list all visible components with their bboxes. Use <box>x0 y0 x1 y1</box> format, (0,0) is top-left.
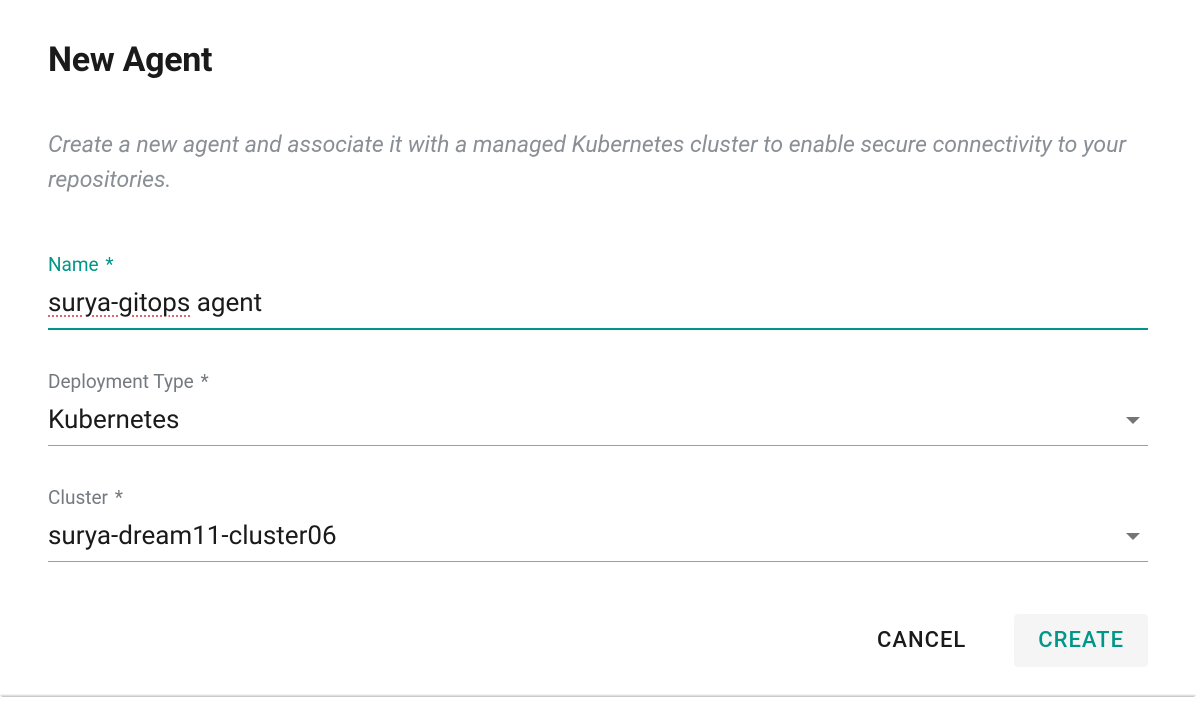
name-value-misspelled: surya-gitops <box>48 288 190 318</box>
deployment-type-field: Deployment Type * Kubernetes <box>48 370 1148 446</box>
name-value-rest: agent <box>190 288 262 318</box>
deployment-type-select[interactable]: Kubernetes <box>48 401 1148 446</box>
name-label-text: Name <box>48 253 99 276</box>
name-required-indicator: * <box>105 253 113 276</box>
name-label: Name * <box>48 253 1148 276</box>
cluster-field: Cluster * surya-dream11-cluster06 <box>48 486 1148 562</box>
chevron-down-icon <box>1126 533 1140 540</box>
cluster-value: surya-dream11-cluster06 <box>48 521 337 551</box>
deployment-type-label: Deployment Type * <box>48 370 1148 393</box>
dialog-shadow <box>0 694 1196 697</box>
dialog-actions: CANCEL CREATE <box>48 614 1148 667</box>
cluster-required-indicator: * <box>115 486 123 509</box>
name-field: Name * surya-gitops agent <box>48 253 1148 330</box>
cluster-label-text: Cluster <box>48 486 108 509</box>
cluster-label: Cluster * <box>48 486 1148 509</box>
deployment-type-required-indicator: * <box>200 370 208 393</box>
deployment-type-label-text: Deployment Type <box>48 370 194 393</box>
name-input[interactable]: surya-gitops agent <box>48 284 1148 330</box>
create-button[interactable]: CREATE <box>1014 614 1148 667</box>
new-agent-dialog: New Agent Create a new agent and associa… <box>0 0 1196 697</box>
cancel-button[interactable]: CANCEL <box>853 614 990 667</box>
dialog-title: New Agent <box>48 40 1148 80</box>
chevron-down-icon <box>1126 417 1140 424</box>
dialog-description: Create a new agent and associate it with… <box>48 128 1148 197</box>
cluster-select[interactable]: surya-dream11-cluster06 <box>48 517 1148 562</box>
deployment-type-value: Kubernetes <box>48 405 179 435</box>
